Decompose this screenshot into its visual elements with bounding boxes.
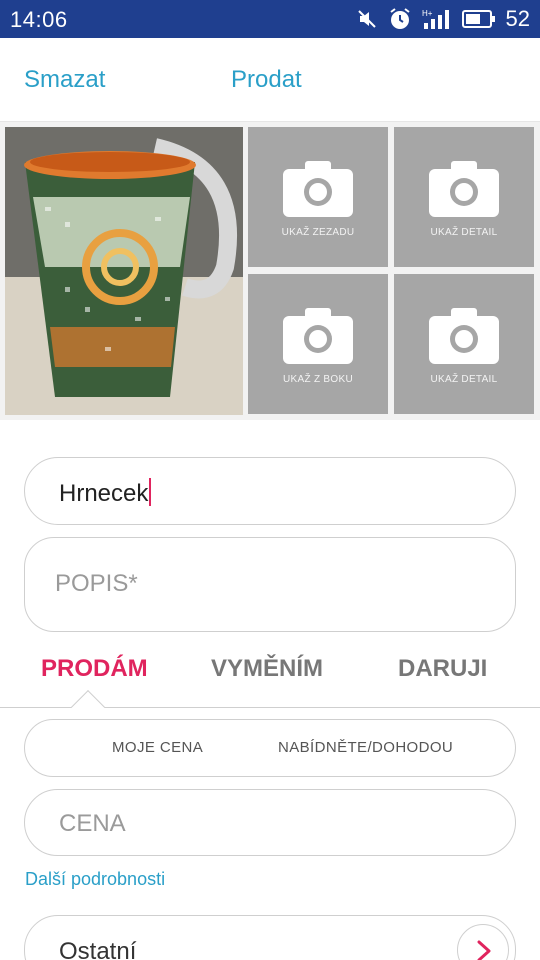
more-details-link[interactable]: Další podrobnosti bbox=[25, 869, 165, 890]
price-input[interactable]: CENA bbox=[24, 789, 516, 856]
category-selector[interactable]: Ostatní bbox=[24, 915, 516, 960]
description-placeholder: POPIS* bbox=[55, 570, 138, 597]
title-value: Hrnecek bbox=[59, 478, 152, 508]
main-photo[interactable] bbox=[5, 127, 243, 415]
mug-photo bbox=[5, 127, 243, 415]
photo-slot-label: UKAŽ DETAIL bbox=[430, 374, 498, 385]
offer-option[interactable]: NABÍDNĚTE/DOHODOU bbox=[278, 739, 453, 756]
photo-grid: UKAŽ ZEZADU UKAŽ DETAIL UKAŽ Z BOKU UKAŽ… bbox=[0, 122, 540, 420]
signal-icon: H+ bbox=[422, 7, 452, 31]
tab-sell[interactable]: PRODÁM bbox=[41, 655, 148, 683]
tab-swap[interactable]: VYMĚNÍM bbox=[211, 655, 323, 683]
title-input[interactable]: Hrnecek bbox=[24, 457, 516, 525]
status-time: 14:06 bbox=[10, 7, 68, 32]
alarm-icon bbox=[388, 7, 412, 31]
photo-slot-side[interactable]: UKAŽ Z BOKU bbox=[248, 274, 388, 414]
photo-slot-label: UKAŽ Z BOKU bbox=[283, 374, 353, 385]
price-mode-selector: MOJE CENA NABÍDNĚTE/DOHODOU bbox=[24, 719, 516, 777]
description-input[interactable]: POPIS* bbox=[24, 537, 516, 632]
tab-give[interactable]: DARUJI bbox=[398, 655, 487, 683]
camera-icon bbox=[283, 161, 353, 217]
status-bar: 14:06 H+ 52 bbox=[0, 0, 540, 38]
chevron-right-icon bbox=[477, 940, 491, 960]
category-value: Ostatní bbox=[59, 938, 137, 960]
photo-slot-detail-2[interactable]: UKAŽ DETAIL bbox=[394, 274, 534, 414]
my-price-option[interactable]: MOJE CENA bbox=[112, 739, 203, 756]
listing-type-tabs: PRODÁM VYMĚNÍM DARUJI bbox=[0, 640, 540, 724]
action-bar: Smazat Prodat bbox=[0, 38, 540, 122]
camera-icon bbox=[283, 308, 353, 364]
camera-icon bbox=[429, 161, 499, 217]
camera-icon bbox=[429, 308, 499, 364]
svg-text:H+: H+ bbox=[422, 9, 433, 18]
photo-slot-detail[interactable]: UKAŽ DETAIL bbox=[394, 127, 534, 267]
battery-icon bbox=[461, 9, 496, 29]
delete-button[interactable]: Smazat bbox=[24, 66, 105, 94]
photo-slot-label: UKAŽ ZEZADU bbox=[281, 227, 355, 238]
status-icons: H+ 52 bbox=[356, 6, 530, 32]
photo-slot-label: UKAŽ DETAIL bbox=[430, 227, 498, 238]
price-placeholder: CENA bbox=[59, 810, 126, 837]
sell-button[interactable]: Prodat bbox=[231, 66, 302, 94]
photo-slot-back[interactable]: UKAŽ ZEZADU bbox=[248, 127, 388, 267]
text-caret bbox=[149, 478, 152, 506]
muted-icon bbox=[356, 8, 378, 30]
category-arrow-button[interactable] bbox=[457, 924, 509, 960]
battery-level: 52 bbox=[505, 6, 530, 31]
